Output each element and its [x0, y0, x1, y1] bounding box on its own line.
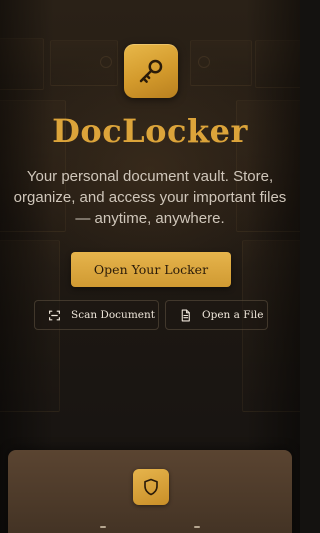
scan-document-button[interactable]: Scan Document — [34, 300, 159, 330]
document-icon — [178, 308, 192, 322]
scan-document-label: Scan Document — [71, 309, 155, 321]
feature-card-text-peek — [100, 526, 200, 529]
app-tagline: Your personal document vault. Store, org… — [13, 168, 287, 227]
open-file-label: Open a File — [202, 309, 264, 321]
open-file-button[interactable]: Open a File — [165, 300, 268, 330]
open-locker-button[interactable]: Open Your Locker — [71, 252, 231, 287]
scan-icon — [47, 308, 61, 322]
shield-icon — [142, 478, 160, 496]
app-title: DocLocker — [52, 112, 248, 150]
feature-card-badge — [133, 469, 169, 505]
welcome-screen: DocLocker Your personal document vault. … — [0, 0, 300, 533]
app-logo — [124, 44, 178, 98]
key-icon — [136, 56, 166, 86]
